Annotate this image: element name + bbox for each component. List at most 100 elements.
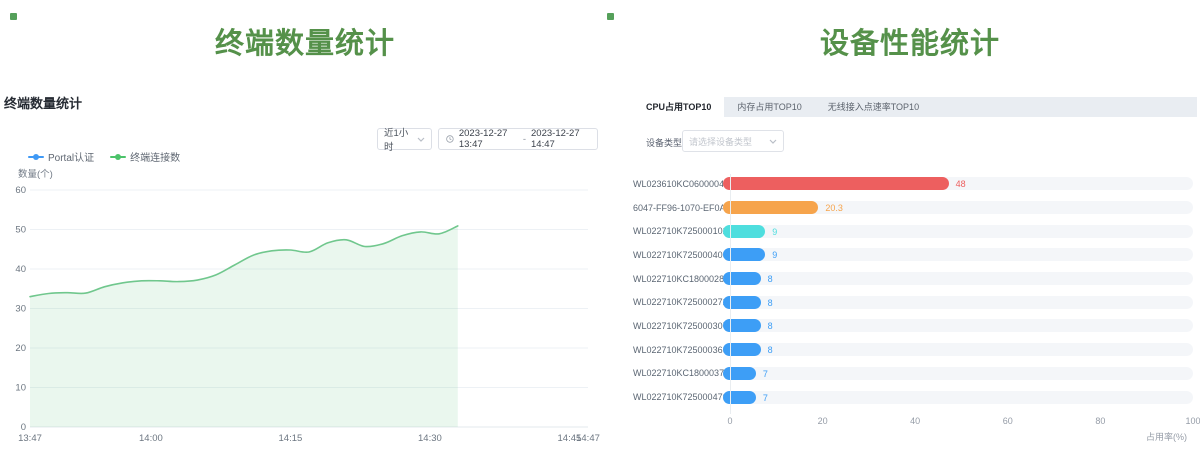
line-chart: 010203040506013:4714:0014:1514:3014:4514…: [0, 180, 610, 456]
bar-category-label: WL022710K725000102: [633, 226, 723, 236]
left-section-heading: 终端数量统计: [0, 20, 610, 62]
y-axis-title: 数量(个): [18, 166, 53, 180]
bar-row: 6047-FF96-1070-EF0A 20.3: [633, 196, 1193, 220]
green-bullet-icon: [10, 13, 17, 20]
bar-category-label: WL022710K725000409: [633, 250, 723, 260]
device-type-placeholder: 请选择设备类型: [689, 135, 752, 148]
bar-fill: [723, 177, 949, 190]
chevron-down-icon: [769, 139, 777, 144]
bar-fill: [723, 272, 761, 285]
bar-track: 8: [723, 272, 1193, 285]
bar-category-label: 6047-FF96-1070-EF0A: [633, 203, 723, 213]
bar-fill: [723, 367, 756, 380]
bar-row: WL022710K725000409 9: [633, 243, 1193, 267]
bar-category-label: WL022710K725000307: [633, 321, 723, 331]
tab-memory-top10[interactable]: 内存占用TOP10: [724, 97, 814, 117]
bar-track: 20.3: [723, 201, 1193, 214]
date-range-start: 2023-12-27 13:47: [459, 128, 518, 150]
bar-category-label: WL022710KC18000372: [633, 368, 723, 378]
svg-text:13:47: 13:47: [18, 433, 42, 444]
legend-label: Portal认证: [48, 149, 94, 164]
time-range-value: 近1小时: [384, 125, 417, 153]
bar-category-label: WL022710K725000369: [633, 345, 723, 355]
chevron-down-icon: [417, 137, 425, 142]
bar-value-label: 8: [768, 321, 773, 331]
x-axis-tick: 80: [1095, 416, 1105, 426]
tab-cpu-top10[interactable]: CPU占用TOP10: [633, 97, 724, 117]
bar-fill: [723, 201, 818, 214]
svg-text:0: 0: [21, 422, 26, 433]
tab-bar: CPU占用TOP10内存占用TOP10无线接入点速率TOP10: [633, 97, 1197, 117]
bar-fill: [723, 296, 761, 309]
bar-value-label: 8: [768, 298, 773, 308]
bar-fill: [723, 391, 756, 404]
bar-value-label: 8: [768, 345, 773, 355]
x-axis-tick: 100: [1185, 416, 1200, 426]
svg-text:14:15: 14:15: [279, 433, 303, 444]
svg-text:30: 30: [15, 304, 26, 315]
tab-wireless-rate-top10[interactable]: 无线接入点速率TOP10: [815, 97, 932, 117]
x-axis-tick: 40: [910, 416, 920, 426]
bar-track: 8: [723, 296, 1193, 309]
svg-text:14:00: 14:00: [139, 433, 163, 444]
legend-marker-icon: [28, 156, 44, 158]
bar-track: 8: [723, 319, 1193, 332]
bar-category-label: WL022710K725000272: [633, 297, 723, 307]
date-range-end: 2023-12-27 14:47: [531, 128, 590, 150]
bar-track: 7: [723, 367, 1193, 380]
x-axis-tick: 0: [727, 416, 732, 426]
svg-text:10: 10: [15, 383, 26, 394]
svg-text:50: 50: [15, 225, 26, 236]
bar-value-label: 9: [772, 227, 777, 237]
bar-value-label: 8: [768, 274, 773, 284]
x-axis-title: 占用率(%): [1146, 430, 1187, 443]
right-section-heading: 设备性能统计: [620, 20, 1200, 62]
legend-label: 终端连接数: [130, 149, 180, 164]
date-range-separator: -: [523, 134, 526, 145]
bar-row: WL022710K725000272 8: [633, 290, 1193, 314]
bar-row: WL022710K725000369 8: [633, 338, 1193, 362]
svg-text:40: 40: [15, 264, 26, 275]
svg-text:60: 60: [15, 185, 26, 196]
bar-value-label: 7: [763, 369, 768, 379]
bar-track: 7: [723, 391, 1193, 404]
clock-icon: [446, 134, 454, 144]
bar-track: 9: [723, 225, 1193, 238]
date-range-picker[interactable]: 2023-12-27 13:47 - 2023-12-27 14:47: [438, 128, 598, 150]
bar-track: 48: [723, 177, 1193, 190]
bar-chart: WL023610KC06000043 48 6047-FF96-1070-EF0A 2…: [633, 172, 1193, 456]
time-range-select[interactable]: 近1小时: [377, 128, 432, 150]
legend-item-0[interactable]: Portal认证: [28, 149, 94, 164]
green-bullet-icon: [607, 13, 614, 20]
bar-rows: WL023610KC06000043 48 6047-FF96-1070-EF0A 2…: [633, 172, 1193, 409]
bar-row: WL022710KC18000372 7: [633, 362, 1193, 386]
device-type-label: 设备类型: [646, 136, 682, 149]
svg-text:20: 20: [15, 343, 26, 354]
bar-category-label: WL022710KC18000280: [633, 274, 723, 284]
bar-fill: [723, 319, 761, 332]
bar-value-label: 7: [763, 393, 768, 403]
bar-value-label: 9: [772, 250, 777, 260]
bar-fill: [723, 343, 761, 356]
bar-track: 8: [723, 343, 1193, 356]
bar-row: WL022710K725000470 7: [633, 385, 1193, 409]
legend-marker-icon: [110, 156, 126, 158]
legend-item-1[interactable]: 终端连接数: [110, 149, 180, 164]
bar-row: WL023610KC06000043 48: [633, 172, 1193, 196]
legend: Portal认证 终端连接数: [28, 149, 180, 164]
bar-category-label: WL023610KC06000043: [633, 179, 723, 189]
device-type-select[interactable]: 请选择设备类型: [682, 130, 784, 152]
x-axis-tick: 60: [1003, 416, 1013, 426]
bar-value-label: 20.3: [825, 203, 843, 213]
x-axis-tick: 20: [818, 416, 828, 426]
panel-title: 终端数量统计: [4, 93, 82, 112]
bar-row: WL022710K725000102 9: [633, 219, 1193, 243]
bar-value-label: 48: [956, 179, 966, 189]
bar-category-label: WL022710K725000470: [633, 392, 723, 402]
svg-text:14:30: 14:30: [418, 433, 442, 444]
bar-axis-line: [730, 174, 731, 414]
bar-row: WL022710KC18000280 8: [633, 267, 1193, 291]
bar-row: WL022710K725000307 8: [633, 314, 1193, 338]
bar-track: 9: [723, 248, 1193, 261]
svg-text:14:47: 14:47: [576, 433, 600, 444]
